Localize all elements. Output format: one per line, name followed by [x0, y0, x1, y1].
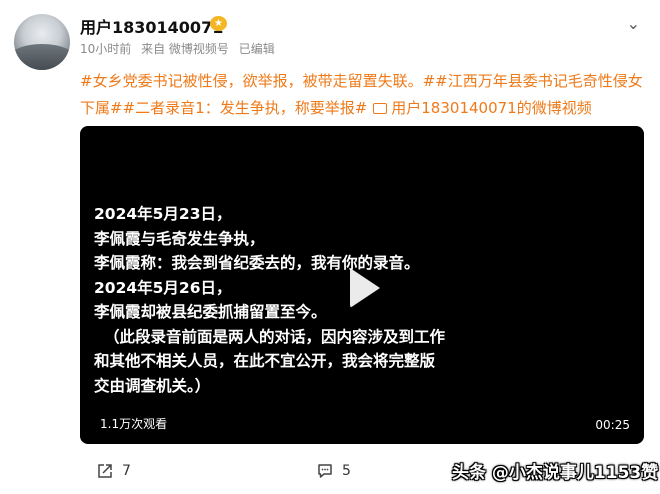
video-caption-line: 交由调查机关。）: [94, 376, 211, 395]
video-caption-line: 2024年5月26日，: [94, 278, 232, 297]
video-caption-line: 和其他不相关人员，在此不宜公开，我会将完整版: [94, 352, 436, 370]
comment-count: 5: [342, 463, 351, 479]
video-duration: 00:25: [595, 418, 630, 432]
post-source[interactable]: 来自 微博视频号: [141, 42, 229, 56]
post-time: 10小时前: [80, 42, 132, 56]
chevron-down-icon[interactable]: ⌄: [627, 14, 640, 33]
avatar[interactable]: [14, 14, 70, 70]
action-bar: 7 5 头条 @小杰说事儿1153赞: [80, 458, 660, 488]
video-player[interactable]: 2024年5月23日， 李佩霞与毛奇发生争执， 李佩霞称：我会到省纪委去的，我有…: [80, 126, 644, 444]
comment-icon: [318, 464, 332, 478]
video-caption-line: （此段录音前面是两人的对话，因内容涉及到工作: [104, 327, 446, 346]
share-icon: [98, 464, 112, 478]
post-header: 用户1830140071 ★ 10小时前 来自 微博视频号 已编辑 ⌄: [12, 10, 648, 70]
video-caption: 2024年5月23日， 李佩霞与毛奇发生争执， 李佩霞称：我会到省纪委去的，我有…: [94, 202, 445, 398]
video-caption-line: 2024年5月23日，: [94, 205, 232, 223]
share-button[interactable]: 7: [96, 462, 131, 480]
topic-link-1[interactable]: #女乡党委书记被性侵，欲举报，被带走留置失联。#: [80, 72, 435, 90]
video-link-icon: [373, 103, 388, 114]
topic-link-3[interactable]: #二者录音1：发生争执，称要举报#: [123, 99, 368, 117]
video-caption-line: 李佩霞与毛奇发生争执，: [94, 229, 265, 248]
username[interactable]: 用户1830140071: [80, 14, 223, 38]
vip-badge-icon: ★: [210, 16, 227, 31]
share-count: 7: [122, 463, 131, 479]
comment-button[interactable]: 5: [316, 462, 351, 480]
video-caption-line: 李佩霞称：我会到省纪委去的，我有你的录音。: [94, 254, 420, 272]
video-caption-line: 李佩霞却被县纪委抓捕留置至今。: [94, 303, 327, 321]
post-meta: 10小时前 来自 微博视频号 已编辑: [80, 40, 275, 57]
edited-label[interactable]: 已编辑: [239, 42, 275, 56]
view-count: 1.1万次观看: [100, 417, 168, 431]
watermark: 头条 @小杰说事儿1153赞: [452, 463, 659, 483]
play-icon[interactable]: [342, 268, 382, 308]
video-link[interactable]: 用户1830140071的微博视频: [391, 99, 591, 117]
post-text: #女乡党委书记被性侵，欲举报，被带走留置失联。##江西万年县委书记毛奇性侵女下属…: [80, 68, 648, 122]
